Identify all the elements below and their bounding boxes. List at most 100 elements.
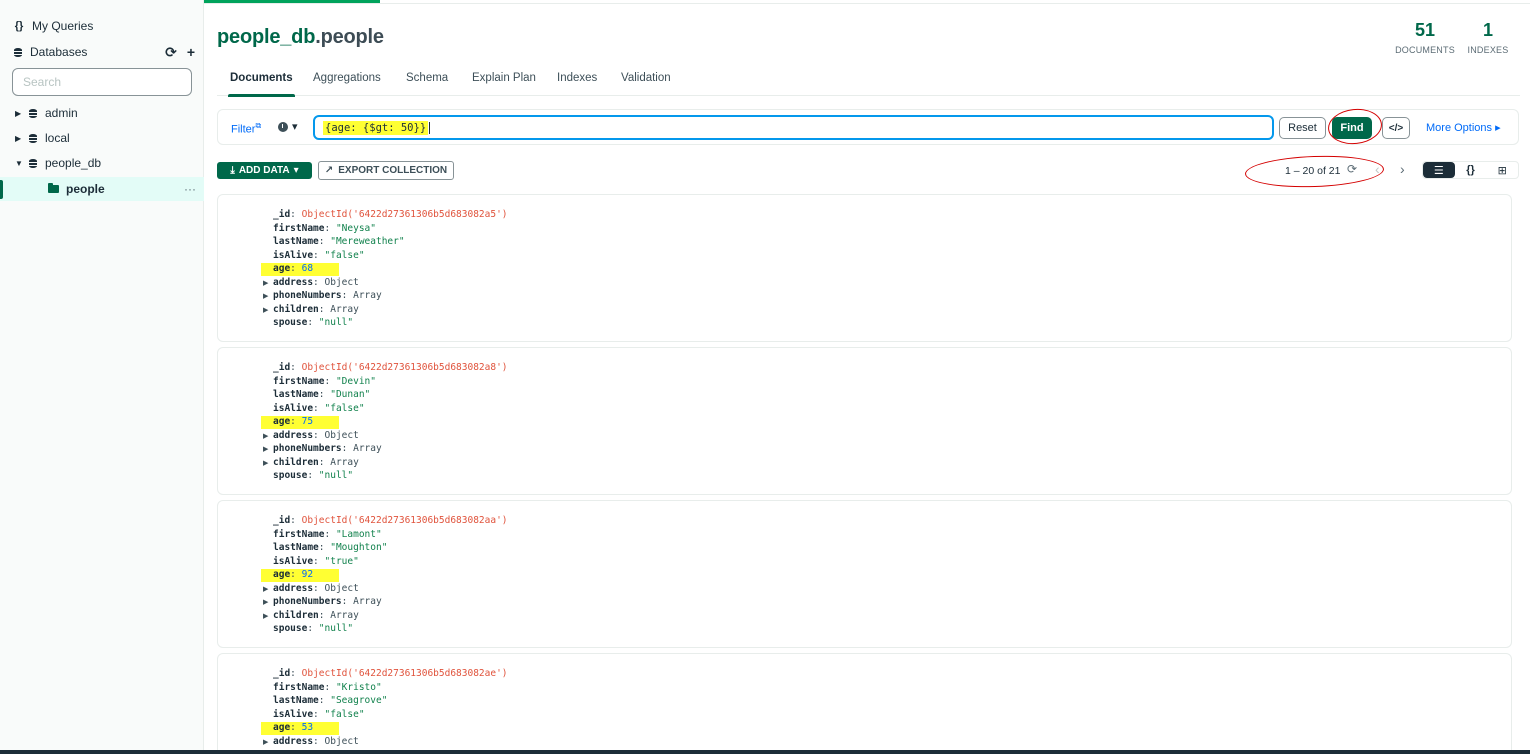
field-row: address: Object [273,276,359,290]
add-data-label: ADD DATA [238,165,290,176]
field-key: isAlive [273,402,314,414]
field-row: _id: ObjectId('6422d27361306b5d683082ae'… [273,667,508,681]
field-row: address: Object [273,735,359,749]
field-row: phoneNumbers: Array [273,595,382,609]
ellipsis-icon[interactable]: ··· [184,182,196,196]
export-collection-button[interactable]: ↗ EXPORT COLLECTION [318,161,454,180]
expand-caret-icon[interactable]: ▶ [263,279,268,287]
field-key: address [273,582,314,594]
expand-caret-icon[interactable]: ▶ [263,598,268,606]
field-separator: : [290,209,302,220]
expand-caret-icon[interactable]: ▶ [263,432,268,440]
field-value: "Devin" [335,375,376,387]
field-row: age: 68 [273,262,313,276]
sidebar-db-local[interactable]: ▶ local [0,126,204,150]
field-key: age [273,263,291,274]
filter-link[interactable]: Filter⧉ [231,121,261,136]
table-view-button[interactable]: ⊞ [1486,162,1518,178]
field-row: firstName: "Devin" [273,375,376,389]
chevron-right-icon[interactable]: › [1400,161,1405,177]
field-value: "false" [324,249,365,261]
field-separator: : [313,249,325,261]
json-view-button[interactable]: {} [1455,162,1487,178]
expand-caret-icon[interactable]: ▶ [263,738,268,746]
sidebar-db-people-db[interactable]: ▼ people_db [0,151,204,175]
field-key: lastName [273,389,319,400]
field-value: 92 [301,569,314,580]
braces-icon: {} [14,20,24,32]
collection-tabs: Documents Aggregations Schema Explain Pl… [217,70,1520,97]
sidebar-db-admin[interactable]: ▶ admin [0,101,204,125]
field-value: "false" [324,708,365,720]
expand-caret-icon[interactable]: ▶ [263,612,268,620]
filter-input[interactable]: {age: {$gt: 50}} [313,115,1274,140]
add-data-button[interactable]: ⤓ ADD DATA ▾ [217,162,312,179]
top-divider [204,3,1530,4]
field-separator: : [318,542,331,553]
sidebar-collection-people[interactable]: people ··· [0,177,204,201]
expand-caret-icon[interactable]: ▶ [263,585,268,593]
my-queries-label: My Queries [32,19,94,33]
query-history-button[interactable]: ▾ [278,120,298,133]
field-key: phoneNumbers [273,596,342,607]
expand-caret-icon[interactable]: ▶ [263,445,268,453]
tab-schema[interactable]: Schema [406,70,448,96]
reset-button[interactable]: Reset [1279,117,1326,139]
field-value: Array [353,596,382,607]
sidebar: {} My Queries Databases ⟳ + ▶ admin ▶ lo… [0,0,204,754]
sidebar-search-input[interactable] [12,68,192,96]
field-key: age [273,722,291,733]
field-value: "Mereweather" [330,236,405,247]
field-value: "Dunan" [330,389,371,400]
namespace-title: people_db.people [217,26,384,49]
expand-caret-icon[interactable]: ▶ [263,292,268,300]
table-icon: ⊞ [1497,164,1507,177]
tab-indexes[interactable]: Indexes [557,70,597,96]
field-value: "null" [318,623,354,634]
field-value: ObjectId('6422d27361306b5d683082a8') [301,362,508,373]
field-separator: : [324,375,336,387]
tab-documents[interactable]: Documents [228,70,295,97]
more-options-link[interactable]: More Options ▸ [1426,121,1501,134]
field-key: phoneNumbers [273,443,342,454]
pagination-text: 1 – 20 of 21 [1285,165,1341,177]
document-card[interactable]: _id: ObjectId('6422d27361306b5d683082a8'… [217,347,1512,495]
tab-aggregations[interactable]: Aggregations [313,70,381,96]
expand-caret-icon[interactable]: ▶ [263,306,268,314]
field-row: address: Object [273,429,359,443]
database-icon [29,133,37,143]
field-key: isAlive [273,708,314,720]
collection-name: people [66,182,105,196]
field-separator: : [307,317,319,328]
field-row: phoneNumbers: Array [273,442,382,456]
caret-right-icon[interactable]: ▶ [15,134,25,143]
caret-right-icon[interactable]: ▶ [15,109,25,118]
tab-explain-plan[interactable]: Explain Plan [472,70,536,96]
sidebar-my-queries[interactable]: {} My Queries [0,14,204,38]
document-card[interactable]: _id: ObjectId('6422d27361306b5d683082a5'… [217,194,1512,342]
code-view-button[interactable]: </> [1382,117,1410,139]
field-row: _id: ObjectId('6422d27361306b5d683082aa'… [273,514,508,528]
add-database-icon[interactable]: + [187,44,195,61]
refresh-icon[interactable]: ⟳ [1347,162,1357,176]
document-card[interactable]: _id: ObjectId('6422d27361306b5d683082ae'… [217,653,1512,754]
field-key: _id [273,668,291,679]
tab-validation[interactable]: Validation [621,70,671,96]
refresh-icon[interactable]: ⟳ [165,44,177,61]
list-view-button[interactable]: ☰ [1423,162,1455,178]
field-row: firstName: "Lamont" [273,528,382,542]
db-name: local [45,131,70,145]
field-value: Object [324,429,359,441]
field-value: "false" [324,402,365,414]
chevron-left-icon[interactable]: ‹ [1375,161,1380,177]
query-bar: Filter⧉ ▾ {age: {$gt: 50}} Reset Find </… [217,109,1519,145]
field-separator: : [324,681,336,693]
field-key: _id [273,362,291,373]
field-separator: : [290,416,302,427]
caret-down-icon[interactable]: ▼ [15,159,25,168]
document-card[interactable]: _id: ObjectId('6422d27361306b5d683082aa'… [217,500,1512,648]
field-key: children [273,609,319,621]
field-key: children [273,456,319,468]
expand-caret-icon[interactable]: ▶ [263,459,268,467]
field-value: "Seagrove" [330,695,388,706]
